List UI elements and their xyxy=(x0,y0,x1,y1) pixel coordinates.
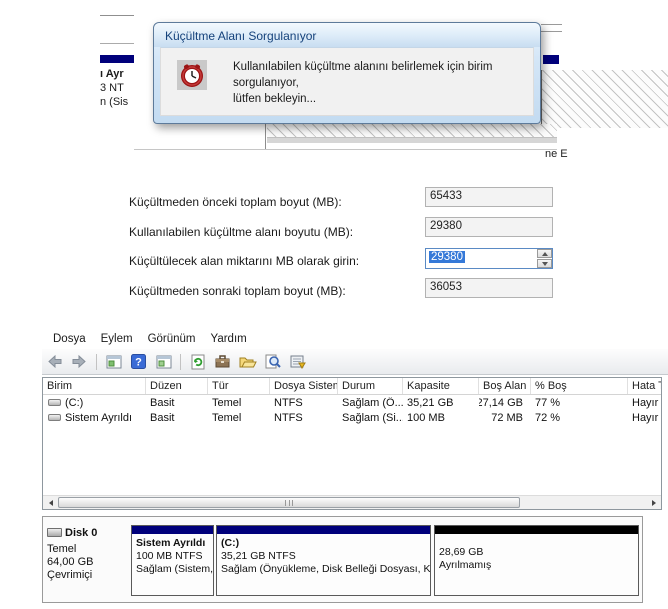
clock-icon xyxy=(177,60,207,90)
total-size-before-field[interactable]: 65433 xyxy=(425,187,553,207)
dialog-message-line2: lütfen bekleyin... xyxy=(233,91,533,107)
available-shrink-space-label: Kullanılabilen küçültme alanı boyutu (MB… xyxy=(129,225,353,239)
partition-name: Sistem Ayrıldı xyxy=(136,537,209,550)
unallocated-hatch-strip xyxy=(267,124,557,137)
shrink-amount-label: Küçültülecek alan miktarını MB olarak gi… xyxy=(129,254,359,268)
partition-color-bar xyxy=(132,526,213,534)
column-header-freespace[interactable]: Boş Alan xyxy=(479,378,531,394)
shrink-amount-value[interactable]: 29380 xyxy=(429,251,465,263)
background-window-fragment-right: ne E xyxy=(541,24,668,134)
menu-view[interactable]: Görünüm xyxy=(148,333,196,345)
volume-icon xyxy=(48,414,61,421)
spinner-buttons xyxy=(537,249,552,268)
back-arrow-icon[interactable] xyxy=(44,352,65,372)
disk-label: Disk 0 xyxy=(65,527,97,539)
menu-bar: Dosya Eylem Görünüm Yardım xyxy=(42,329,668,348)
disk-size: 64,00 GB xyxy=(47,556,93,568)
divider xyxy=(134,149,557,150)
spinner-up-button[interactable] xyxy=(537,249,552,258)
partition-size: 100 MB NTFS xyxy=(136,550,209,563)
toolbar-separator xyxy=(180,354,181,370)
total-size-before-label: Küçültmeden önceki toplam boyut (MB): xyxy=(129,195,342,209)
volume-icon xyxy=(48,399,61,406)
divider xyxy=(541,24,562,25)
menu-file[interactable]: Dosya xyxy=(53,333,86,345)
dialog-message-line1: Kullanılabilen küçültme alanını belirlem… xyxy=(233,59,533,91)
partition-bar-fragment xyxy=(543,55,559,64)
column-header-type[interactable]: Tür xyxy=(208,378,270,394)
column-header-faulttolerance[interactable]: Hata T xyxy=(628,378,661,394)
scrollbar-fragment xyxy=(267,137,557,143)
disk-status: Çevrimiçi xyxy=(47,569,92,581)
partition-status: Sağlam (Sistem, Et xyxy=(136,563,209,576)
partition-name: (C:) xyxy=(221,537,426,550)
divider xyxy=(100,43,134,44)
volume-list-header: Birim Düzen Tür Dosya Sistemi Durum Kapa… xyxy=(43,378,661,395)
dialog-body: Kullanılabilen küçültme alanını belirlem… xyxy=(160,47,534,116)
open-folder-icon[interactable] xyxy=(237,352,258,372)
disk-type: Temel xyxy=(47,543,76,555)
partition-size: 28,69 GB xyxy=(439,546,634,559)
dialog-message: Kullanılabilen küçültme alanını belirlem… xyxy=(233,59,533,107)
disk-info-cell[interactable]: Disk 0 Temel 64,00 GB Çevrimiçi xyxy=(43,517,131,602)
unallocated-hatch-area: ne E xyxy=(541,70,668,128)
menu-help[interactable]: Yardım xyxy=(211,333,247,345)
partition-color-bar xyxy=(435,526,638,534)
menu-action[interactable]: Eylem xyxy=(101,333,133,345)
divider xyxy=(541,31,562,32)
partition-color-bar xyxy=(217,526,430,534)
help-icon[interactable]: ? xyxy=(128,352,149,372)
partition-unallocated[interactable]: 28,69 GB Ayrılmamış xyxy=(434,525,639,596)
refresh-icon[interactable] xyxy=(187,352,208,372)
console-tree-icon[interactable] xyxy=(103,352,124,372)
horizontal-scrollbar[interactable] xyxy=(43,495,661,509)
querying-shrink-space-dialog: Küçültme Alanı Sorgulanıyor Kullanılabil… xyxy=(153,22,541,124)
column-header-percentfree[interactable]: % Boş xyxy=(531,378,628,394)
console-window-icon[interactable] xyxy=(153,352,174,372)
dialog-title: Küçültme Alanı Sorgulanıyor xyxy=(165,29,316,43)
dialog-titlebar[interactable]: Küçültme Alanı Sorgulanıyor xyxy=(154,23,540,47)
column-header-capacity[interactable]: Kapasite xyxy=(403,378,479,394)
screenshot-root: ı Ayr 3 NT n (Sis ne E Küçültme Alanı So… xyxy=(0,0,668,609)
spinner-down-button[interactable] xyxy=(537,259,552,268)
divider xyxy=(100,15,134,16)
properties-icon[interactable] xyxy=(212,352,233,372)
background-cell-fragment xyxy=(134,124,266,149)
table-row[interactable]: Sistem Ayrıldı Basit Temel NTFS Sağlam (… xyxy=(43,410,661,425)
search-icon[interactable] xyxy=(262,352,283,372)
text-fragment: n (Sis xyxy=(100,96,128,108)
partition-system-reserved[interactable]: Sistem Ayrıldı 100 MB NTFS Sağlam (Siste… xyxy=(131,525,214,596)
scrollbar-left-arrow[interactable] xyxy=(44,497,57,509)
toolbar-separator xyxy=(96,354,97,370)
column-header-status[interactable]: Durum xyxy=(338,378,403,394)
shrink-amount-spinner[interactable]: 29380 xyxy=(425,248,553,269)
text-fragment: ı Ayr xyxy=(100,68,124,80)
table-row[interactable]: (C:) Basit Temel NTFS Sağlam (Ö... 35,21… xyxy=(43,395,661,410)
partition-bar-fragment xyxy=(100,55,134,63)
disk-graphical-panel: Disk 0 Temel 64,00 GB Çevrimiçi Sistem A… xyxy=(42,516,643,603)
forward-arrow-icon[interactable] xyxy=(69,352,90,372)
export-list-icon[interactable] xyxy=(287,352,308,372)
text-fragment: 3 NT xyxy=(100,82,124,94)
partition-size: 35,21 GB NTFS xyxy=(221,550,426,563)
scrollbar-thumb[interactable] xyxy=(58,497,520,508)
total-size-after-label: Küçültmeden sonraki toplam boyut (MB): xyxy=(129,284,346,298)
scrollbar-grip xyxy=(285,500,293,506)
partition-c-drive[interactable]: (C:) 35,21 GB NTFS Sağlam (Önyükleme, Di… xyxy=(216,525,431,596)
total-size-after-field[interactable]: 36053 xyxy=(425,278,553,298)
available-shrink-space-field[interactable]: 29380 xyxy=(425,217,553,237)
partition-status: Ayrılmamış xyxy=(439,559,634,572)
volume-list: Birim Düzen Tür Dosya Sistemi Durum Kapa… xyxy=(42,377,662,510)
toolbar: ? xyxy=(42,349,668,375)
scrollbar-right-arrow[interactable] xyxy=(647,497,660,509)
svg-text:?: ? xyxy=(135,357,142,369)
column-header-filesystem[interactable]: Dosya Sistemi xyxy=(270,378,338,394)
partition-status: Sağlam (Önyükleme, Disk Belleği Dosyası,… xyxy=(221,563,426,576)
background-window-fragment-left: ı Ayr 3 NT n (Sis xyxy=(100,15,134,153)
column-header-layout[interactable]: Düzen xyxy=(146,378,208,394)
disk-icon xyxy=(47,528,62,537)
column-header-volume[interactable]: Birim xyxy=(43,378,146,394)
